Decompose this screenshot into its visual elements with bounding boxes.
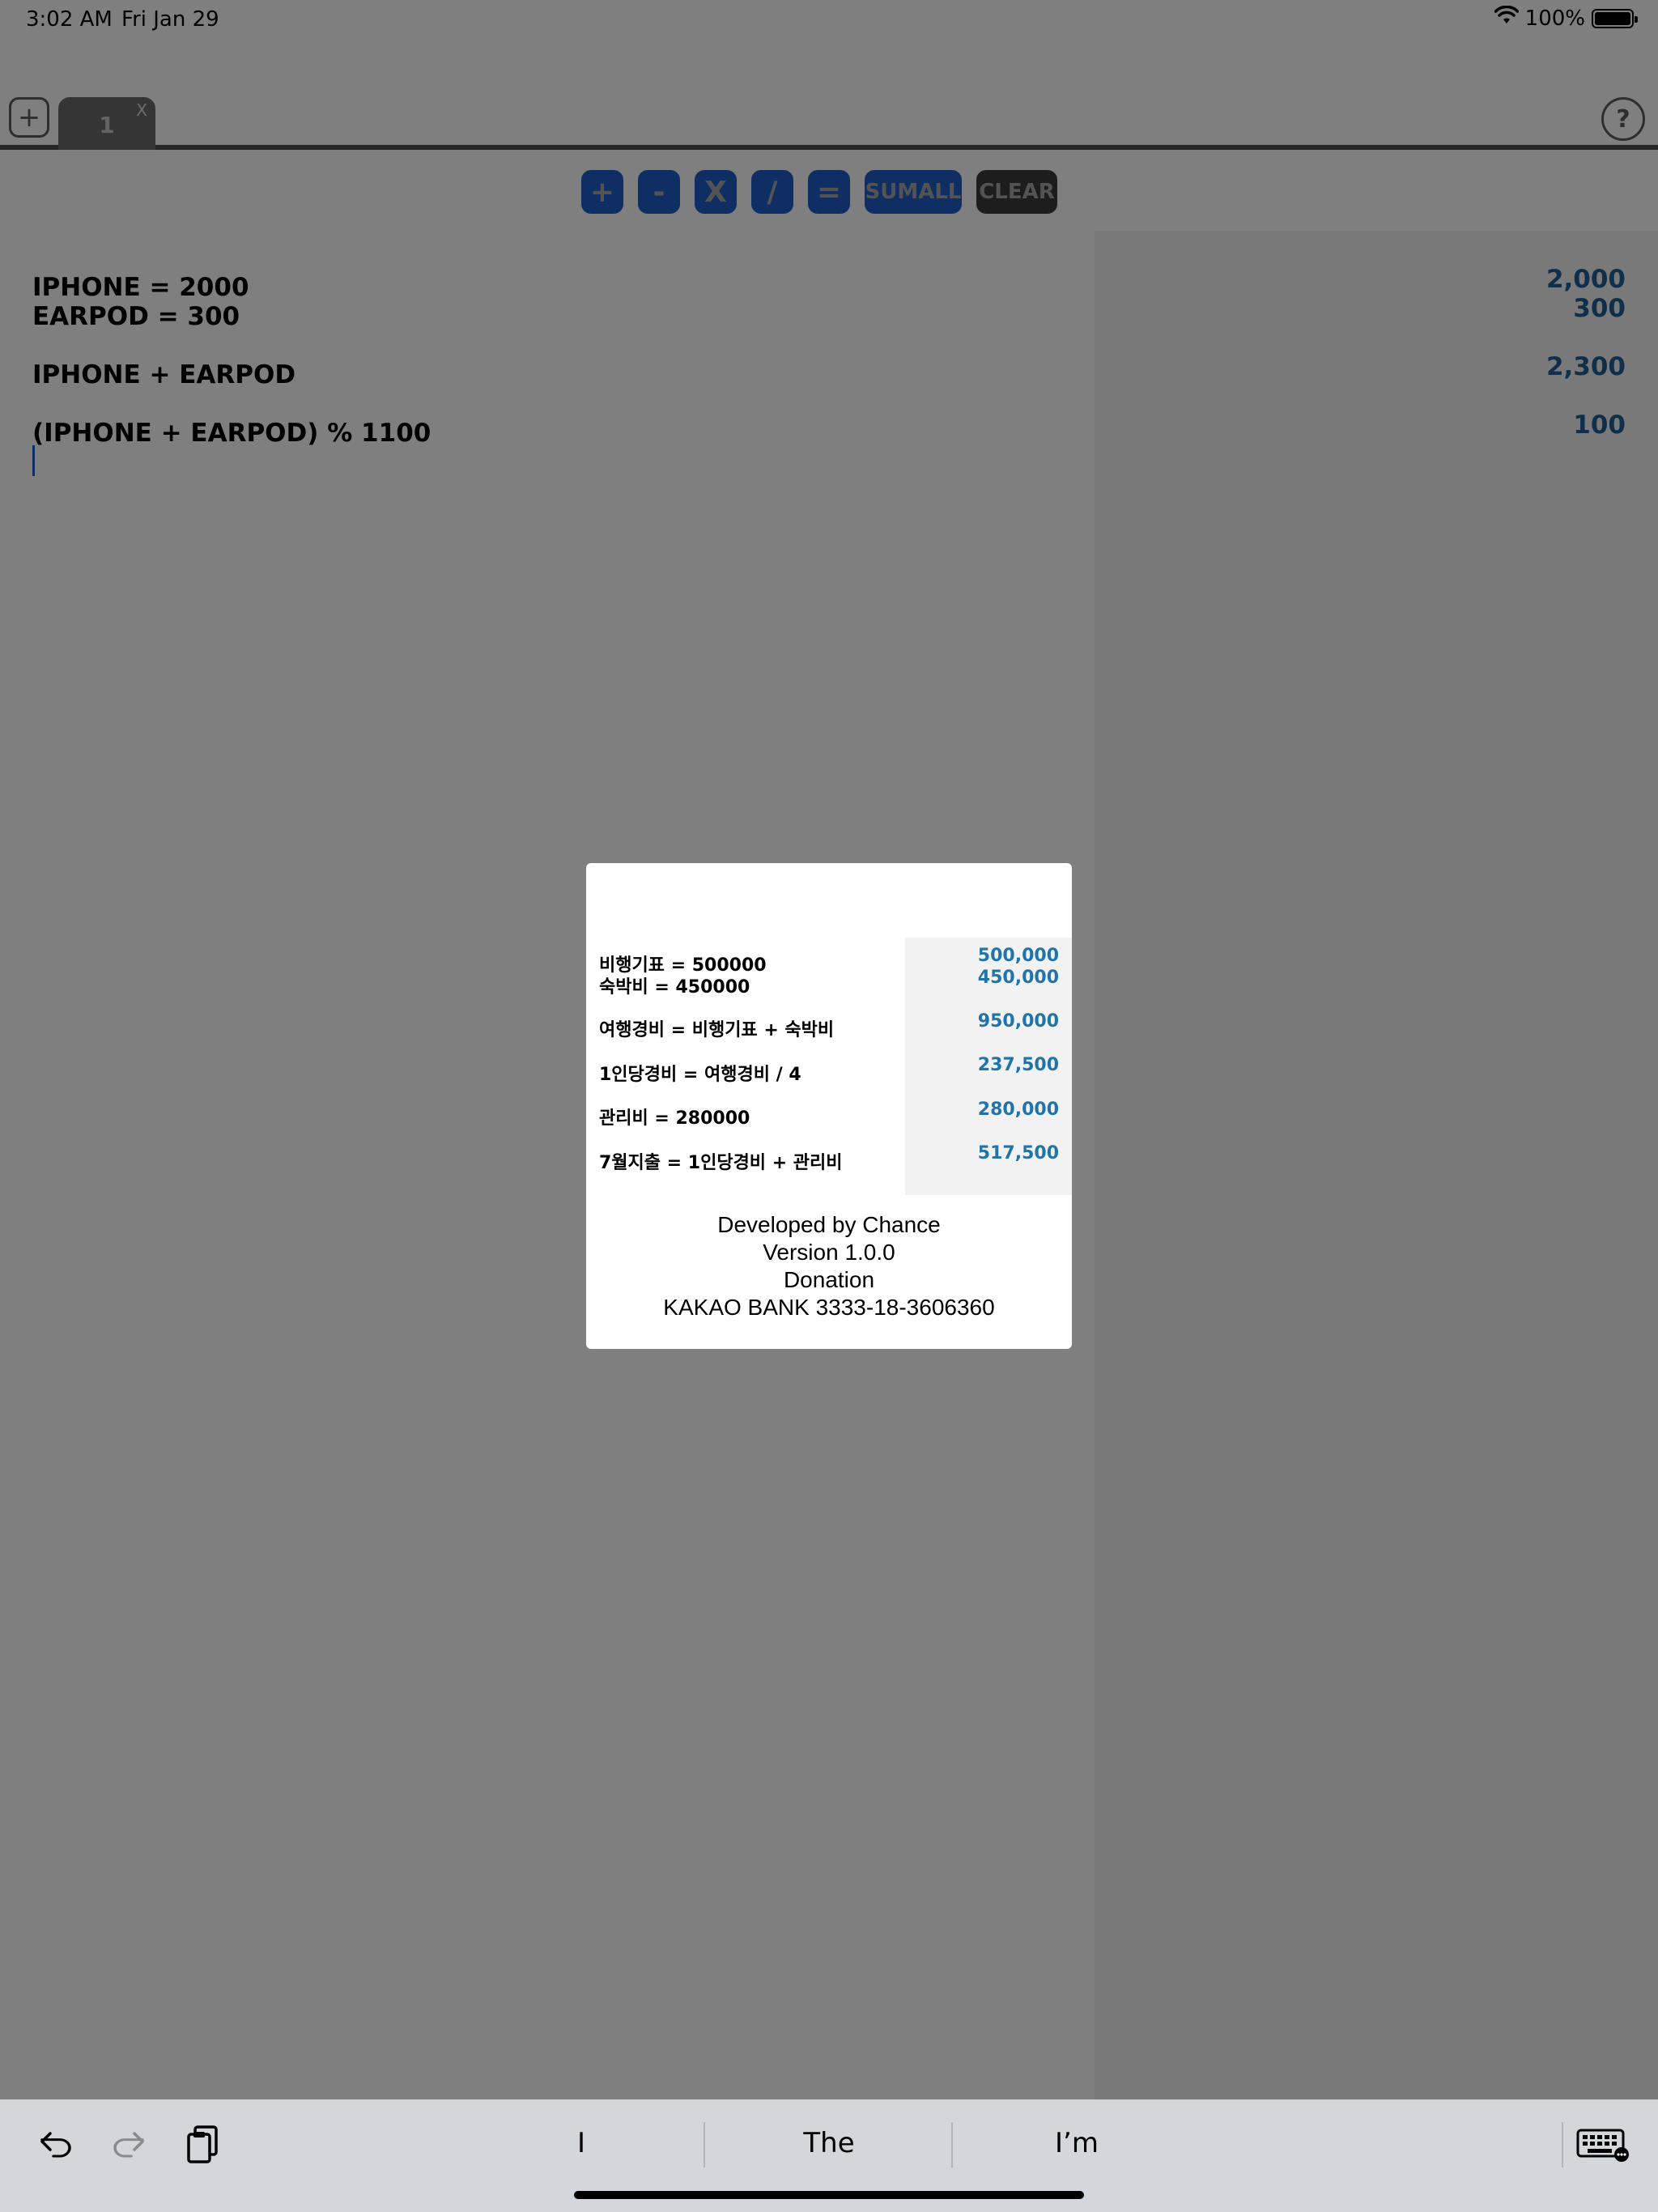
keyboard-dismiss-icon[interactable] [1574, 2121, 1632, 2169]
clipboard-icon[interactable] [178, 2121, 227, 2169]
example-result: 517,500 [977, 1143, 1059, 1163]
suggestion-divider [951, 2122, 953, 2167]
donation-label: Donation [783, 1267, 875, 1292]
toolbar-divider [1562, 2122, 1563, 2167]
suggestion-1[interactable]: I [460, 2119, 703, 2167]
home-indicator[interactable] [574, 2191, 1084, 2199]
developer-credit: Developed by Chance [717, 1212, 941, 1237]
keyboard-shortcut-bar: I The I’m [0, 2099, 1658, 2212]
example-line: 숙박비 = 450000 [599, 977, 750, 998]
version-label: Version 1.0.0 [763, 1240, 895, 1265]
about-info: Developed by Chance Version 1.0.0 Donati… [586, 1211, 1072, 1321]
suggestion-3[interactable]: I’m [955, 2119, 1198, 2167]
undo-icon[interactable] [32, 2121, 81, 2169]
bank-account: KAKAO BANK 3333-18-3606360 [663, 1295, 995, 1320]
redo-icon[interactable] [104, 2121, 152, 2169]
example-line: 여행경비 = 비행기표 + 숙박비 [599, 1020, 835, 1040]
example-result: 280,000 [977, 1100, 1059, 1120]
example-line: 7월지출 = 1인당경비 + 관리비 [599, 1153, 843, 1173]
example-panel: 비행기표 = 500000 숙박비 = 450000 여행경비 = 비행기표 +… [586, 938, 1072, 1195]
example-result: 450,000 [977, 968, 1059, 988]
example-line: 관리비 = 280000 [599, 1108, 750, 1129]
about-modal: 비행기표 = 500000 숙박비 = 450000 여행경비 = 비행기표 +… [586, 863, 1072, 1349]
example-result: 950,000 [977, 1011, 1059, 1032]
suggestion-divider [704, 2122, 705, 2167]
example-line: 1인당경비 = 여행경비 / 4 [599, 1065, 801, 1085]
example-result: 237,500 [977, 1055, 1059, 1075]
example-result: 500,000 [977, 946, 1059, 966]
suggestion-2[interactable]: The [708, 2119, 950, 2167]
